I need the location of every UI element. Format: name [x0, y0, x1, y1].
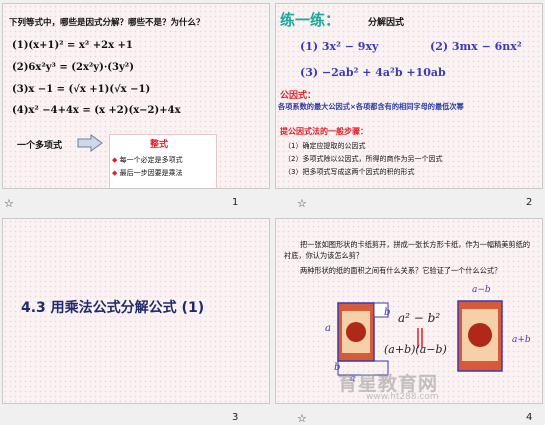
rectangle-diagram — [457, 300, 503, 372]
right-arrow-icon — [77, 134, 103, 152]
equation-2: (2)6x²y³ = (2x²y)·(3y²) — [12, 62, 134, 73]
slide-number-3: 3 — [232, 412, 239, 423]
bullet-1-text: 每一个必定是多项式 — [119, 156, 183, 164]
diamond-icon: ◆ — [112, 156, 118, 164]
slide-2[interactable]: 练一练： 分解因式 (1) 3x² − 9xy (2) 3mx − 6nx² (… — [275, 3, 543, 189]
problem-2: (2) 3mx − 6nx² — [430, 40, 522, 53]
slide-3[interactable]: 4.3 用乘法公式分解公式 (1) — [2, 218, 270, 404]
slide-number-4: 4 — [526, 412, 533, 423]
label-a-minus-b: a−b — [472, 285, 491, 295]
common-factor-label: 公因式： — [280, 91, 317, 101]
watermark-url: www.ht288.com — [366, 392, 439, 402]
common-factor-text: 各项系数的最大公因式×各项都含有的相同字母的最低次幂 — [278, 102, 464, 111]
practice-heading: 练一练： — [280, 11, 341, 29]
label-a-left: a — [325, 323, 331, 334]
paragraph-2: 两种形状的纸的面积之间有什么关系？它验证了一个什么公式？ — [300, 266, 502, 275]
problem-3: (3) −2ab² + 4a²b +10ab — [300, 66, 446, 79]
result-box: 整式 ◆ 每一个必定是多项式 ◆ 最后一步因要是乘法 — [109, 134, 217, 188]
equation-1: (1)(x+1)² = x² +2x +1 — [12, 40, 133, 51]
step-1: （1）确定应提取的公因式 — [284, 142, 366, 150]
slide1-title: 下列等式中，哪些是因式分解？哪些不是？为什么？ — [9, 18, 205, 28]
step-2: （2）多项式除以公因式，所得的商作为另一个因式 — [284, 155, 443, 163]
slide-number-1: 1 — [232, 197, 239, 208]
bullet-2: ◆ 最后一步因要是乘法 — [112, 168, 183, 178]
bullet-1: ◆ 每一个必定是多项式 — [112, 155, 183, 165]
formula-bottom: (a+b)(a−b) — [384, 343, 447, 356]
formula-top: a² − b² — [398, 311, 441, 325]
slide-1[interactable]: 下列等式中，哪些是因式分解？哪些不是？为什么？ (1)(x+1)² = x² +… — [2, 3, 270, 189]
diamond-icon: ◆ — [112, 169, 118, 177]
box-text: 整式 — [150, 140, 169, 150]
slide3-title: 4.3 用乘法公式分解公式 (1) — [21, 300, 205, 316]
slide-number-2: 2 — [526, 197, 533, 208]
problem-1: (1) 3x² − 9xy — [300, 40, 379, 53]
bullet-2-text: 最后一步因要是乘法 — [119, 169, 183, 177]
paragraph-1: 把一张如图形状的卡纸剪开，拼成一张长方形卡纸，作为一幅精美剪纸的衬底，你认为该怎… — [284, 240, 531, 260]
equation-3: (3)x −1 = (√x +1)(√x −1) — [12, 84, 151, 95]
star-icon: ☆ — [4, 197, 14, 210]
star-icon: ☆ — [297, 197, 307, 210]
practice-subheading: 分解因式 — [368, 18, 405, 28]
slide-4[interactable]: 把一张如图形状的卡纸剪开，拼成一张长方形卡纸，作为一幅精美剪纸的衬底，你认为该怎… — [275, 218, 543, 404]
polynomial-label: 一个多项式 — [17, 141, 63, 151]
label-b-right: b — [384, 307, 391, 318]
steps-title: 提公因式法的一般步骤： — [280, 127, 368, 136]
label-a-plus-b: a+b — [512, 335, 531, 345]
equation-4: (4)x² −4+4x = (x +2)(x−2)+4x — [12, 105, 181, 116]
step-3: （3）把多项式写成这两个因式的积的形式 — [284, 168, 415, 176]
star-icon: ☆ — [297, 412, 307, 425]
